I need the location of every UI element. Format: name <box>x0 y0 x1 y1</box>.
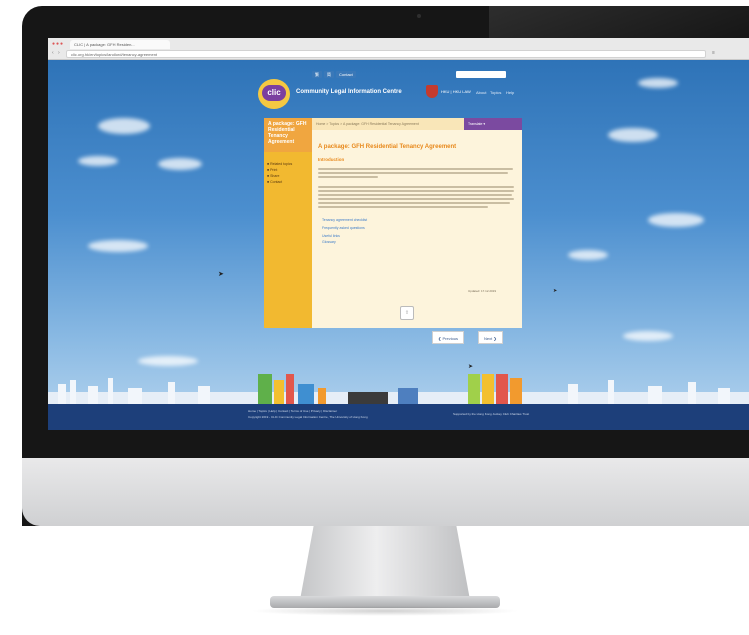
forward-icon[interactable]: › <box>58 50 60 56</box>
footer-copyright: Copyright 2019 - CLIC Community Legal In… <box>248 415 368 419</box>
footer-links[interactable]: Home | Topics | Help | Contact | Terms o… <box>248 409 337 413</box>
header-link-topics[interactable]: Topics <box>490 90 501 95</box>
site-search-input[interactable] <box>456 71 506 78</box>
next-button[interactable]: Next ❯ <box>478 331 503 344</box>
lang-sc-button[interactable]: 简 <box>324 71 334 78</box>
address-bar[interactable]: clic.org.hk/en/topics/landlord/tenancy-a… <box>66 50 706 58</box>
cloud <box>608 128 658 142</box>
cloud <box>78 156 118 166</box>
bird-illustration: ➤ <box>218 271 224 278</box>
sidebar-item-related[interactable]: Related topics <box>267 162 292 166</box>
last-updated: Updated: 17.12.2019 <box>468 289 497 293</box>
hku-crest-icon <box>426 85 438 98</box>
site-footer: Home | Topics | Help | Contact | Terms o… <box>48 404 749 430</box>
link-faq[interactable]: Frequently asked questions <box>322 226 365 230</box>
city-skyline-illustration <box>48 374 749 404</box>
link-glossary[interactable]: Glossary <box>322 240 336 244</box>
monitor-chin <box>22 458 749 526</box>
header-link-help[interactable]: Help <box>506 90 514 95</box>
browser-tab[interactable]: CLIC | A package: GFH Residen... <box>70 40 170 49</box>
sidebar-item-print[interactable]: Print <box>267 168 277 172</box>
screen: ●●● CLIC | A package: GFH Residen... ‹ ›… <box>48 38 749 430</box>
section-heading: Introduction <box>318 157 345 162</box>
sidebar-heading: A package: GFH Residential Tenancy Agree… <box>264 118 312 152</box>
site-title: Community Legal Information Centre <box>296 89 402 95</box>
photo-stage: ●●● CLIC | A package: GFH Residen... ‹ ›… <box>0 0 749 635</box>
monitor-stand <box>300 526 470 600</box>
body-text-line <box>318 194 512 196</box>
cloud <box>138 356 198 366</box>
body-text-line <box>318 168 513 170</box>
cloud <box>623 331 673 341</box>
body-text-line <box>318 206 488 208</box>
link-useful-links[interactable]: Useful links <box>322 234 340 238</box>
scroll-top-button[interactable]: ⇧ <box>400 306 414 320</box>
body-text-line <box>318 176 378 178</box>
translate-dropdown[interactable]: Translate ▾ <box>464 118 522 130</box>
link-checklist[interactable]: Tenancy agreement checklist <box>322 218 367 222</box>
cloud <box>98 118 150 134</box>
body-text-line <box>318 186 514 188</box>
cloud <box>648 213 704 227</box>
body-text-line <box>318 198 514 200</box>
sidebar-item-share[interactable]: Share <box>267 174 279 178</box>
clic-logo[interactable]: clic <box>258 79 290 109</box>
breadcrumb[interactable]: Home > Topics > A package: GFH Residenti… <box>316 122 419 126</box>
menu-icon[interactable]: ≡ <box>712 50 715 56</box>
sidebar-item-contact[interactable]: Contact <box>267 180 282 184</box>
bird-illustration: ➤ <box>468 364 474 370</box>
cloud <box>88 240 148 252</box>
body-text-line <box>318 190 514 192</box>
body-text-line <box>318 202 510 204</box>
previous-button[interactable]: ❮ Previous <box>432 331 465 344</box>
footer-sponsor: Supported by the Hong Kong Jockey Club C… <box>453 412 530 416</box>
contact-link[interactable]: Contact <box>336 71 356 78</box>
logo-text: clic <box>262 85 286 101</box>
cloud <box>158 158 202 170</box>
stand-shadow <box>250 606 520 616</box>
bird-illustration: ➤ <box>553 288 558 294</box>
header-link-about[interactable]: About <box>476 90 486 95</box>
body-text-line <box>318 172 508 174</box>
window-controls[interactable]: ●●● <box>52 41 64 47</box>
webcam <box>417 14 421 18</box>
cloud <box>638 78 678 88</box>
cloud <box>568 250 608 260</box>
page-title: A package: GFH Residential Tenancy Agree… <box>318 144 457 150</box>
lang-tc-button[interactable]: 繁 <box>312 71 322 78</box>
university-label: HKU | HKU LAW <box>441 89 471 94</box>
back-icon[interactable]: ‹ <box>52 50 54 56</box>
browser-toolbar: ●●● CLIC | A package: GFH Residen... ‹ ›… <box>48 38 749 60</box>
